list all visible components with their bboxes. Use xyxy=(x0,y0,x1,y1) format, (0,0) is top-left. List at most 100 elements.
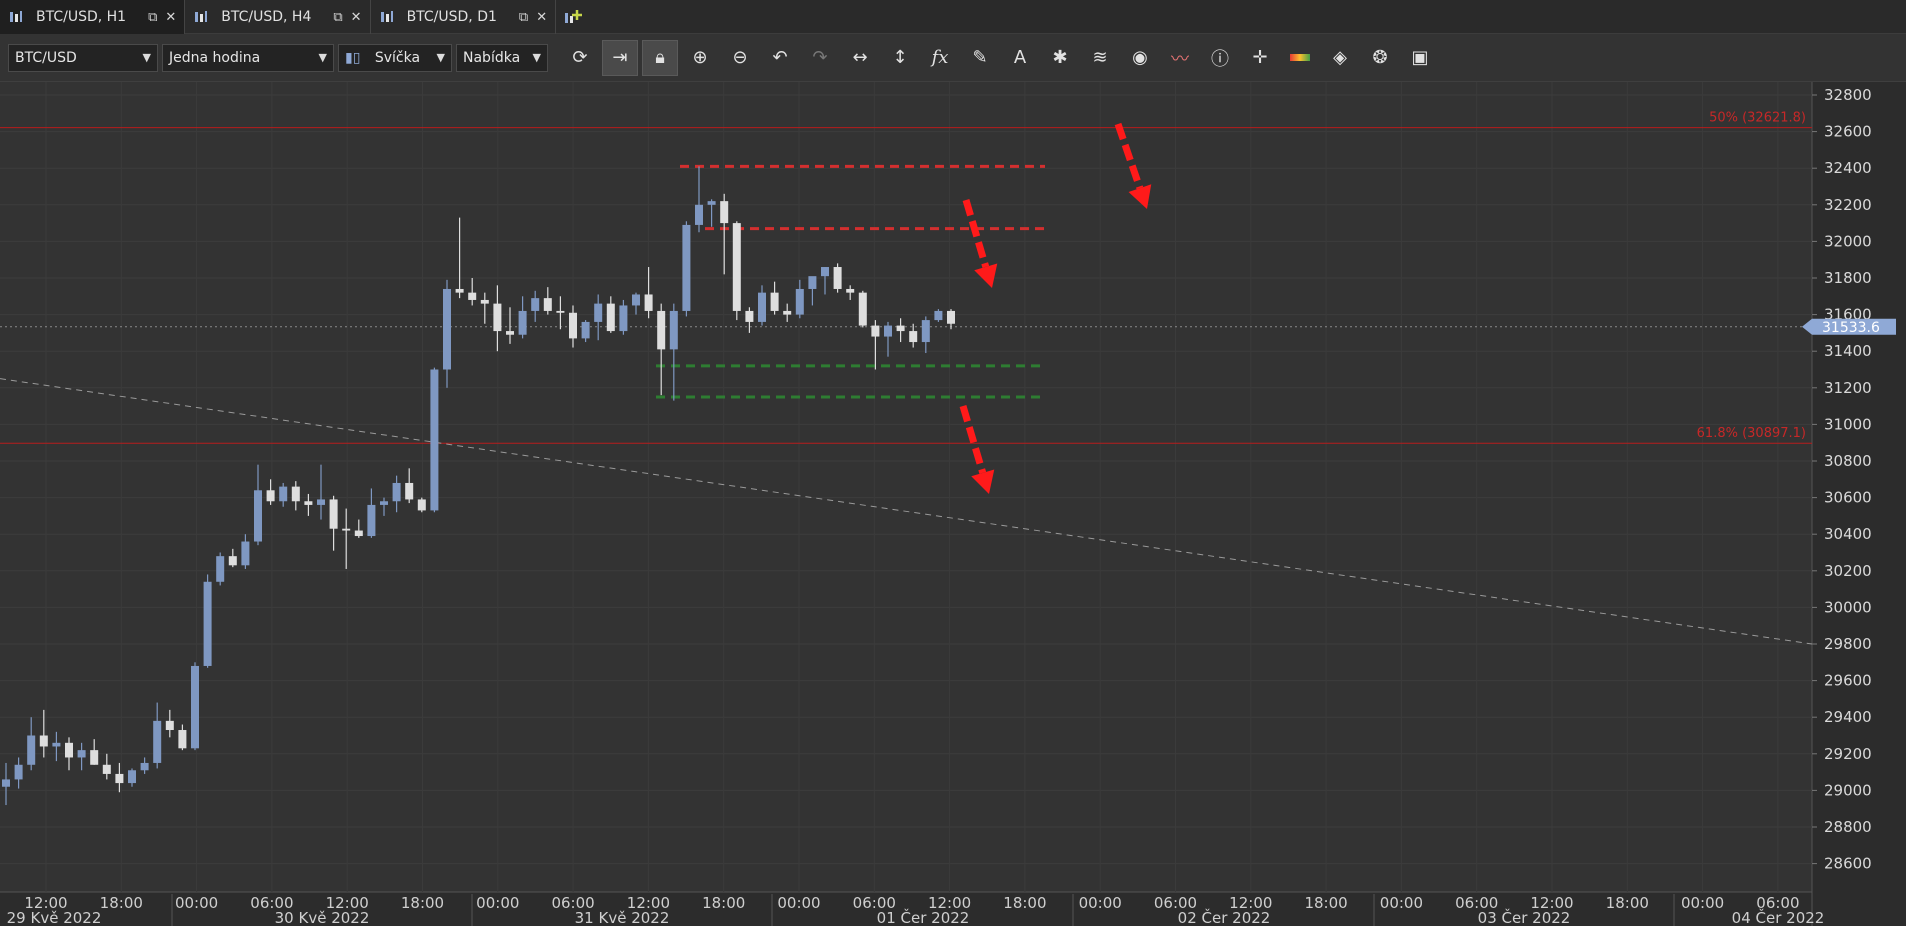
pencil-icon[interactable]: ✎ xyxy=(962,40,998,76)
candle-body xyxy=(102,764,111,774)
candle-body xyxy=(506,331,514,335)
function-icon[interactable]: fx xyxy=(922,40,958,76)
candle-body xyxy=(380,501,388,505)
timeframe-select[interactable]: Jedna hodina ▼ xyxy=(162,43,334,72)
candle-body xyxy=(65,742,73,758)
lock-icon[interactable]: 🔒︎ xyxy=(642,39,678,76)
candle-body xyxy=(354,530,363,537)
symbol-select[interactable]: BTC/USD ▼ xyxy=(8,43,158,72)
candle xyxy=(430,367,439,513)
y-tick-label: 29800 xyxy=(1824,635,1872,653)
chart-tab-bar: BTC/USD, H1 ⧉ ✕ BTC/USD, H4 ⧉ ✕ BTC/USD,… xyxy=(0,0,1906,34)
y-tick-label: 28800 xyxy=(1824,818,1872,836)
x-tick-label: 00:00 xyxy=(476,894,519,912)
candle-body xyxy=(569,312,577,339)
candle-body xyxy=(367,504,376,537)
cycle-icon[interactable]: ❂ xyxy=(1362,40,1398,76)
y-tick-label: 28600 xyxy=(1824,855,1872,873)
symbol-value: BTC/USD xyxy=(15,49,77,66)
candle-body xyxy=(417,499,426,511)
tab-btc-h1[interactable]: BTC/USD, H1 ⧉ ✕ xyxy=(0,0,186,34)
add-chart-icon[interactable] xyxy=(556,0,590,33)
ruler-icon[interactable] xyxy=(1282,40,1318,76)
candle xyxy=(833,263,842,293)
candle-body xyxy=(632,294,640,306)
chevron-down-icon: ▼ xyxy=(142,51,151,64)
x-date-label: 01 Čer 2022 xyxy=(877,908,970,926)
text-icon[interactable]: A xyxy=(1002,40,1038,76)
current-price-label: 31533.6 xyxy=(1822,320,1880,336)
zoom-out-icon[interactable]: ⊖ xyxy=(722,40,758,76)
info-icon[interactable]: ⓘ xyxy=(1202,40,1238,76)
candle-body xyxy=(279,486,288,502)
trading-app: BTC/USD, H1 ⧉ ✕ BTC/USD, H4 ⧉ ✕ BTC/USD,… xyxy=(0,0,1906,926)
pattern-icon[interactable]: ✱ xyxy=(1042,40,1078,76)
close-icon[interactable]: ✕ xyxy=(351,10,362,25)
candle-body xyxy=(480,299,489,304)
chevron-down-icon: ▼ xyxy=(436,51,445,64)
candle-body xyxy=(191,665,199,749)
candle-body xyxy=(266,490,275,502)
x-date-label: 29 Kvě 2022 xyxy=(7,909,102,926)
tab-btc-h4[interactable]: BTC/USD, H4 ⧉ ✕ xyxy=(185,0,371,34)
x-tick-label: 18:00 xyxy=(1003,894,1046,912)
chart-type-value: Svíčka xyxy=(374,49,421,66)
candle-body xyxy=(128,770,136,784)
candles-icon xyxy=(10,11,22,22)
candles-icon xyxy=(380,11,393,22)
y-tick-label: 30600 xyxy=(1824,489,1872,507)
signals-icon[interactable]: 〰 xyxy=(1162,40,1198,76)
x-date-label: 30 Kvě 2022 xyxy=(275,909,370,926)
candle-body xyxy=(619,305,628,332)
vertical-resize-icon[interactable]: ↕ xyxy=(882,40,918,76)
x-tick-label: 00:00 xyxy=(777,894,820,912)
candle-body xyxy=(443,288,451,370)
autoscroll-icon[interactable]: ⇥ xyxy=(602,39,638,76)
candle-body xyxy=(430,369,439,511)
crosshair-icon[interactable]: ✛ xyxy=(1242,40,1278,76)
candle-body xyxy=(896,325,905,332)
candle-body xyxy=(77,750,86,758)
undo-icon[interactable]: ↶ xyxy=(762,40,798,76)
candle xyxy=(203,574,212,668)
candle-body xyxy=(594,303,603,322)
chart-type-select[interactable]: ▮▯ Svíčka ▼ xyxy=(338,43,452,72)
chart-canvas[interactable]: 3280032600324003220032000318003160031400… xyxy=(0,82,1906,926)
candle-body xyxy=(518,310,527,335)
x-date-label: 31 Kvě 2022 xyxy=(575,909,670,926)
candle-body xyxy=(947,310,955,324)
close-icon[interactable]: ✕ xyxy=(536,10,547,25)
x-tick-label: 18:00 xyxy=(401,894,444,912)
candle-body xyxy=(795,288,804,315)
candles-icon xyxy=(195,11,208,22)
popout-icon[interactable]: ⧉ xyxy=(148,10,157,25)
layers-icon[interactable]: ≋ xyxy=(1082,40,1118,76)
redo-icon[interactable]: ↷ xyxy=(802,40,838,76)
popout-icon[interactable]: ⧉ xyxy=(333,10,342,25)
x-date-label: 02 Čer 2022 xyxy=(1178,908,1271,926)
zoom-in-icon[interactable]: ⊕ xyxy=(682,40,718,76)
candle-body xyxy=(342,528,351,531)
candle xyxy=(732,221,741,321)
candle-body xyxy=(644,294,653,311)
popout-icon[interactable]: ⧉ xyxy=(519,10,528,25)
save-icon[interactable]: ▣ xyxy=(1402,40,1438,76)
candle xyxy=(934,309,943,322)
x-date-label: 04 Čer 2022 xyxy=(1732,908,1825,926)
candle-body xyxy=(543,298,552,311)
y-tick-label: 30000 xyxy=(1824,598,1872,616)
price-side-value: Nabídka xyxy=(463,49,521,66)
close-icon[interactable]: ✕ xyxy=(165,10,176,25)
horizontal-resize-icon[interactable]: ↔ xyxy=(842,40,878,76)
timeframe-value: Jedna hodina xyxy=(169,49,261,66)
tab-btc-d1[interactable]: BTC/USD, D1 ⧉ ✕ xyxy=(371,0,557,34)
eye-icon[interactable]: ◉ xyxy=(1122,40,1158,76)
price-side-select[interactable]: Nabídka ▼ xyxy=(456,43,548,72)
fib-618-label: 61.8% (30897.1) xyxy=(1697,426,1806,441)
candle-body xyxy=(165,720,174,731)
fill-icon[interactable]: ◈ xyxy=(1322,40,1358,76)
price-chart[interactable]: 32800 32600 32400 32200 32000 31800 31600 31400… xyxy=(0,82,1906,926)
candle-body xyxy=(228,556,237,566)
refresh-icon[interactable]: ⟳ xyxy=(562,40,598,76)
candle-body xyxy=(682,224,691,311)
